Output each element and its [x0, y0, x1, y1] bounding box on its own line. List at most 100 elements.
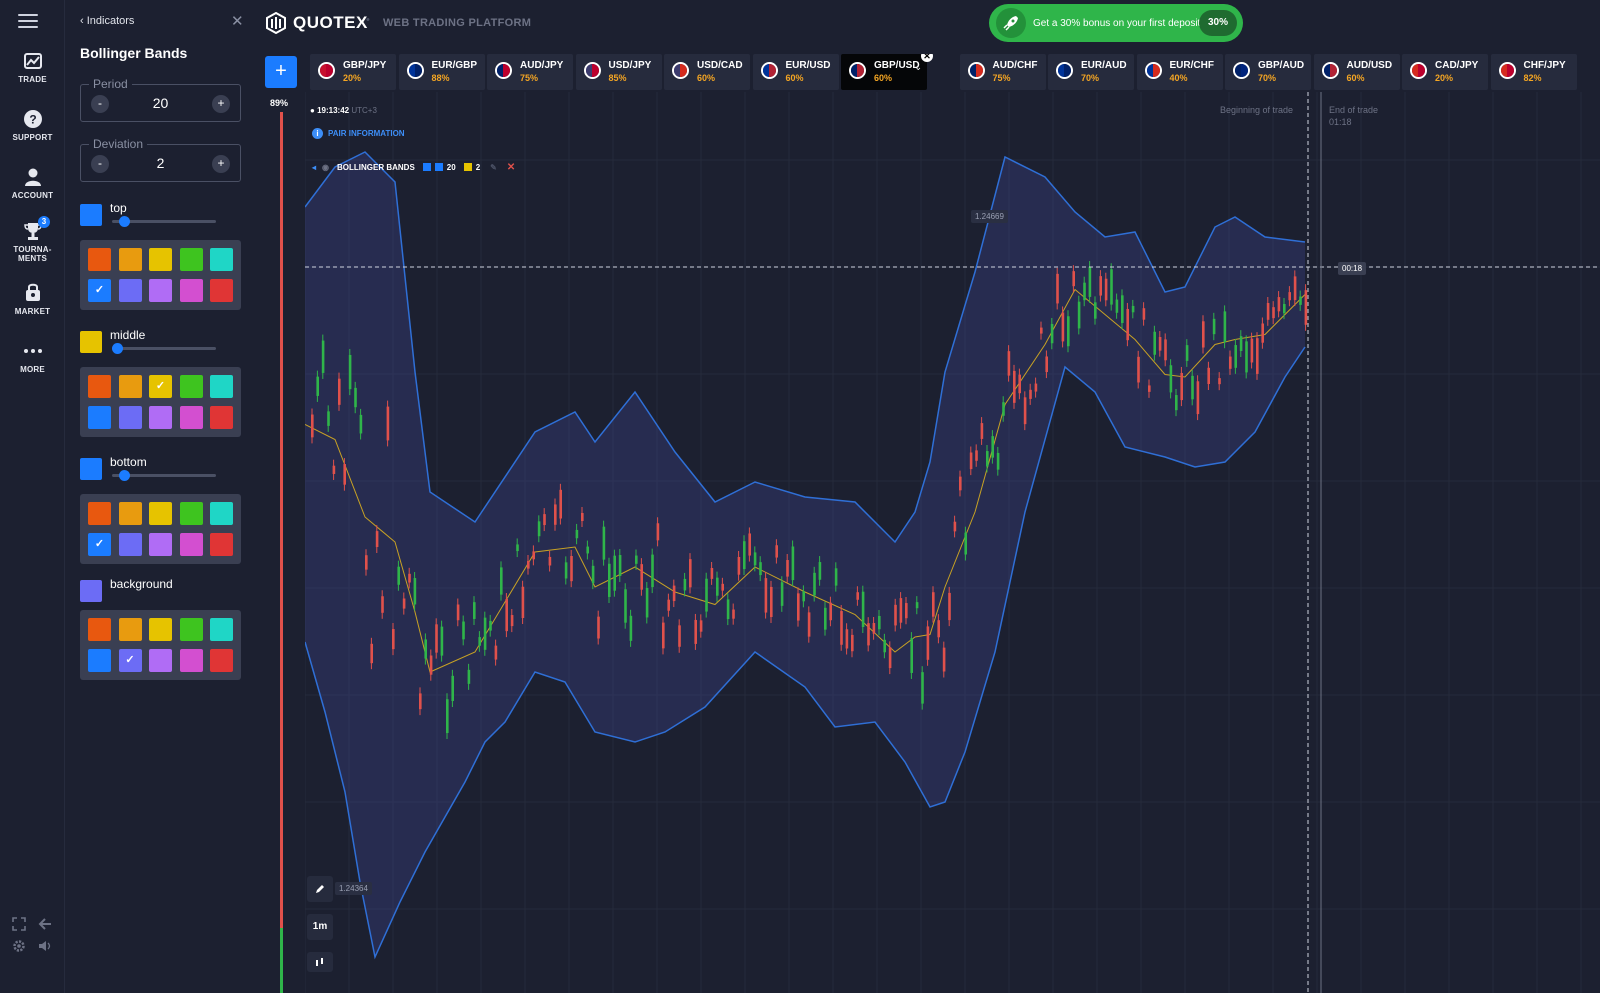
asset-tab[interactable]: GBP/USD 60% ⌄ ✕ [841, 54, 933, 90]
palette-color-cell[interactable] [88, 406, 111, 429]
deviation-plus-button[interactable]: + [212, 155, 230, 173]
palette-color-cell[interactable] [210, 533, 233, 556]
palette-color-cell[interactable] [210, 248, 233, 271]
slider-knob[interactable] [112, 343, 123, 354]
palette-color-cell[interactable] [179, 502, 203, 525]
palette-color-cell[interactable] [210, 406, 233, 429]
remove-indicator-icon[interactable]: ✕ [507, 162, 515, 173]
asset-tab[interactable]: EUR/AUD 70% [1048, 54, 1134, 90]
candle-body [1072, 271, 1075, 287]
palette-color-cell[interactable] [179, 375, 203, 398]
timeframe-button[interactable]: 1m [307, 914, 333, 940]
palette-color-cell[interactable]: ✓ [88, 533, 111, 556]
menu-icon[interactable] [18, 14, 38, 28]
middle-width-slider[interactable] [112, 343, 216, 354]
pair-info-button[interactable]: i PAIR INFORMATION [312, 128, 405, 139]
palette-color-cell[interactable] [149, 533, 172, 556]
asset-tab[interactable]: EUR/USD 60% [752, 54, 839, 90]
palette-color-cell[interactable] [149, 502, 172, 525]
nav-tournaments[interactable]: 3 TOURNA- MENTS [0, 216, 65, 263]
collapse-icon[interactable]: ◂ [312, 163, 316, 172]
asset-tab[interactable]: CHF/JPY 82% [1490, 54, 1577, 90]
slider-knob[interactable] [119, 470, 131, 481]
nav-support[interactable]: ? SUPPORT [0, 108, 65, 142]
asset-tab[interactable]: AUD/CHF 75% [959, 54, 1046, 90]
palette-color-cell[interactable] [118, 533, 142, 556]
top-color-swatch[interactable] [80, 204, 102, 226]
asset-tab[interactable]: AUD/JPY 75% [487, 54, 573, 90]
asset-tab[interactable]: USD/CAD 60% [664, 54, 750, 90]
edit-indicator-icon[interactable]: ✎ [490, 163, 497, 172]
middle-color-swatch[interactable] [80, 331, 102, 353]
indicator-color-middle [463, 163, 472, 171]
fullscreen-icon[interactable] [12, 917, 26, 931]
chart-type-button[interactable] [307, 952, 333, 972]
palette-color-cell[interactable] [88, 248, 111, 271]
palette-color-cell[interactable] [88, 618, 111, 641]
palette-color-cell[interactable] [118, 279, 142, 302]
draw-tool-button[interactable] [307, 876, 333, 902]
asset-tab[interactable]: USD/JPY 85% [575, 54, 662, 90]
palette-color-cell[interactable] [118, 406, 142, 429]
close-tab-icon[interactable]: ✕ [921, 54, 933, 62]
close-icon[interactable]: ✕ [231, 12, 244, 30]
palette-color-cell[interactable] [149, 618, 172, 641]
asset-tab[interactable]: EUR/GBP 88% [398, 54, 485, 90]
palette-color-cell[interactable] [179, 406, 203, 429]
palette-color-cell[interactable] [179, 279, 203, 302]
candle-body [1196, 381, 1200, 415]
palette-color-cell[interactable] [149, 248, 172, 271]
palette-color-cell[interactable] [179, 649, 203, 672]
nav-trade[interactable]: TRADE [0, 50, 65, 84]
palette-color-cell[interactable] [88, 375, 111, 398]
palette-color-cell[interactable] [210, 618, 233, 641]
bottom-width-slider[interactable] [112, 470, 216, 481]
candle-body [456, 604, 460, 621]
gear-icon[interactable] [12, 939, 26, 953]
asset-tab[interactable]: GBP/JPY 20% [310, 54, 396, 90]
bottom-color-swatch[interactable] [80, 458, 102, 480]
palette-color-cell[interactable]: ✓ [149, 375, 172, 398]
palette-color-cell[interactable] [118, 375, 142, 398]
add-asset-button[interactable]: + [265, 56, 297, 88]
logo[interactable]: QUOTEX [265, 12, 368, 34]
asset-tab[interactable]: EUR/CHF 40% [1136, 54, 1223, 90]
bonus-banner[interactable]: Get a 30% bonus on your first deposit 30… [989, 4, 1243, 42]
period-plus-button[interactable]: + [212, 95, 230, 113]
palette-color-cell[interactable] [179, 248, 203, 271]
tab-pair: GBP/USD [874, 60, 920, 71]
palette-color-cell[interactable] [179, 618, 203, 641]
palette-color-cell[interactable] [118, 502, 142, 525]
palette-color-cell[interactable] [88, 502, 111, 525]
palette-color-cell[interactable] [210, 375, 233, 398]
sound-icon[interactable] [38, 939, 52, 953]
background-color-swatch[interactable] [80, 580, 102, 602]
palette-color-cell[interactable] [149, 279, 172, 302]
nav-more[interactable]: MORE [0, 340, 65, 374]
palette-color-cell[interactable]: ✓ [88, 279, 111, 302]
palette-color-cell[interactable]: ✓ [118, 649, 142, 672]
palette-color-cell[interactable] [149, 406, 172, 429]
palette-color-cell[interactable] [210, 279, 233, 302]
palette-color-cell[interactable] [88, 649, 111, 672]
slider-knob[interactable] [119, 216, 131, 227]
palette-color-cell[interactable] [118, 618, 142, 641]
palette-color-cell[interactable] [210, 502, 233, 525]
back-arrow-icon[interactable] [38, 917, 52, 931]
asset-tab[interactable]: CAD/JPY 20% [1402, 54, 1488, 90]
price-chart[interactable] [305, 92, 1600, 993]
asset-tab[interactable]: GBP/AUD 70% [1225, 54, 1311, 90]
palette-color-cell[interactable] [179, 533, 203, 556]
palette-color-cell[interactable] [149, 649, 172, 672]
eye-icon[interactable]: ◉ [322, 163, 329, 172]
top-width-slider[interactable] [112, 216, 216, 227]
tab-pair: EUR/GBP [431, 60, 478, 71]
palette-color-cell[interactable] [118, 248, 142, 271]
indicators-back-link[interactable]: ‹ Indicators [80, 15, 134, 27]
nav-account[interactable]: ACCOUNT [0, 166, 65, 200]
asset-tab[interactable]: AUD/USD 60% [1313, 54, 1400, 90]
nav-market[interactable]: MARKET [0, 282, 65, 316]
candle-body [602, 526, 606, 560]
chevron-down-icon[interactable]: ⌄ [914, 62, 922, 73]
palette-color-cell[interactable] [210, 649, 233, 672]
